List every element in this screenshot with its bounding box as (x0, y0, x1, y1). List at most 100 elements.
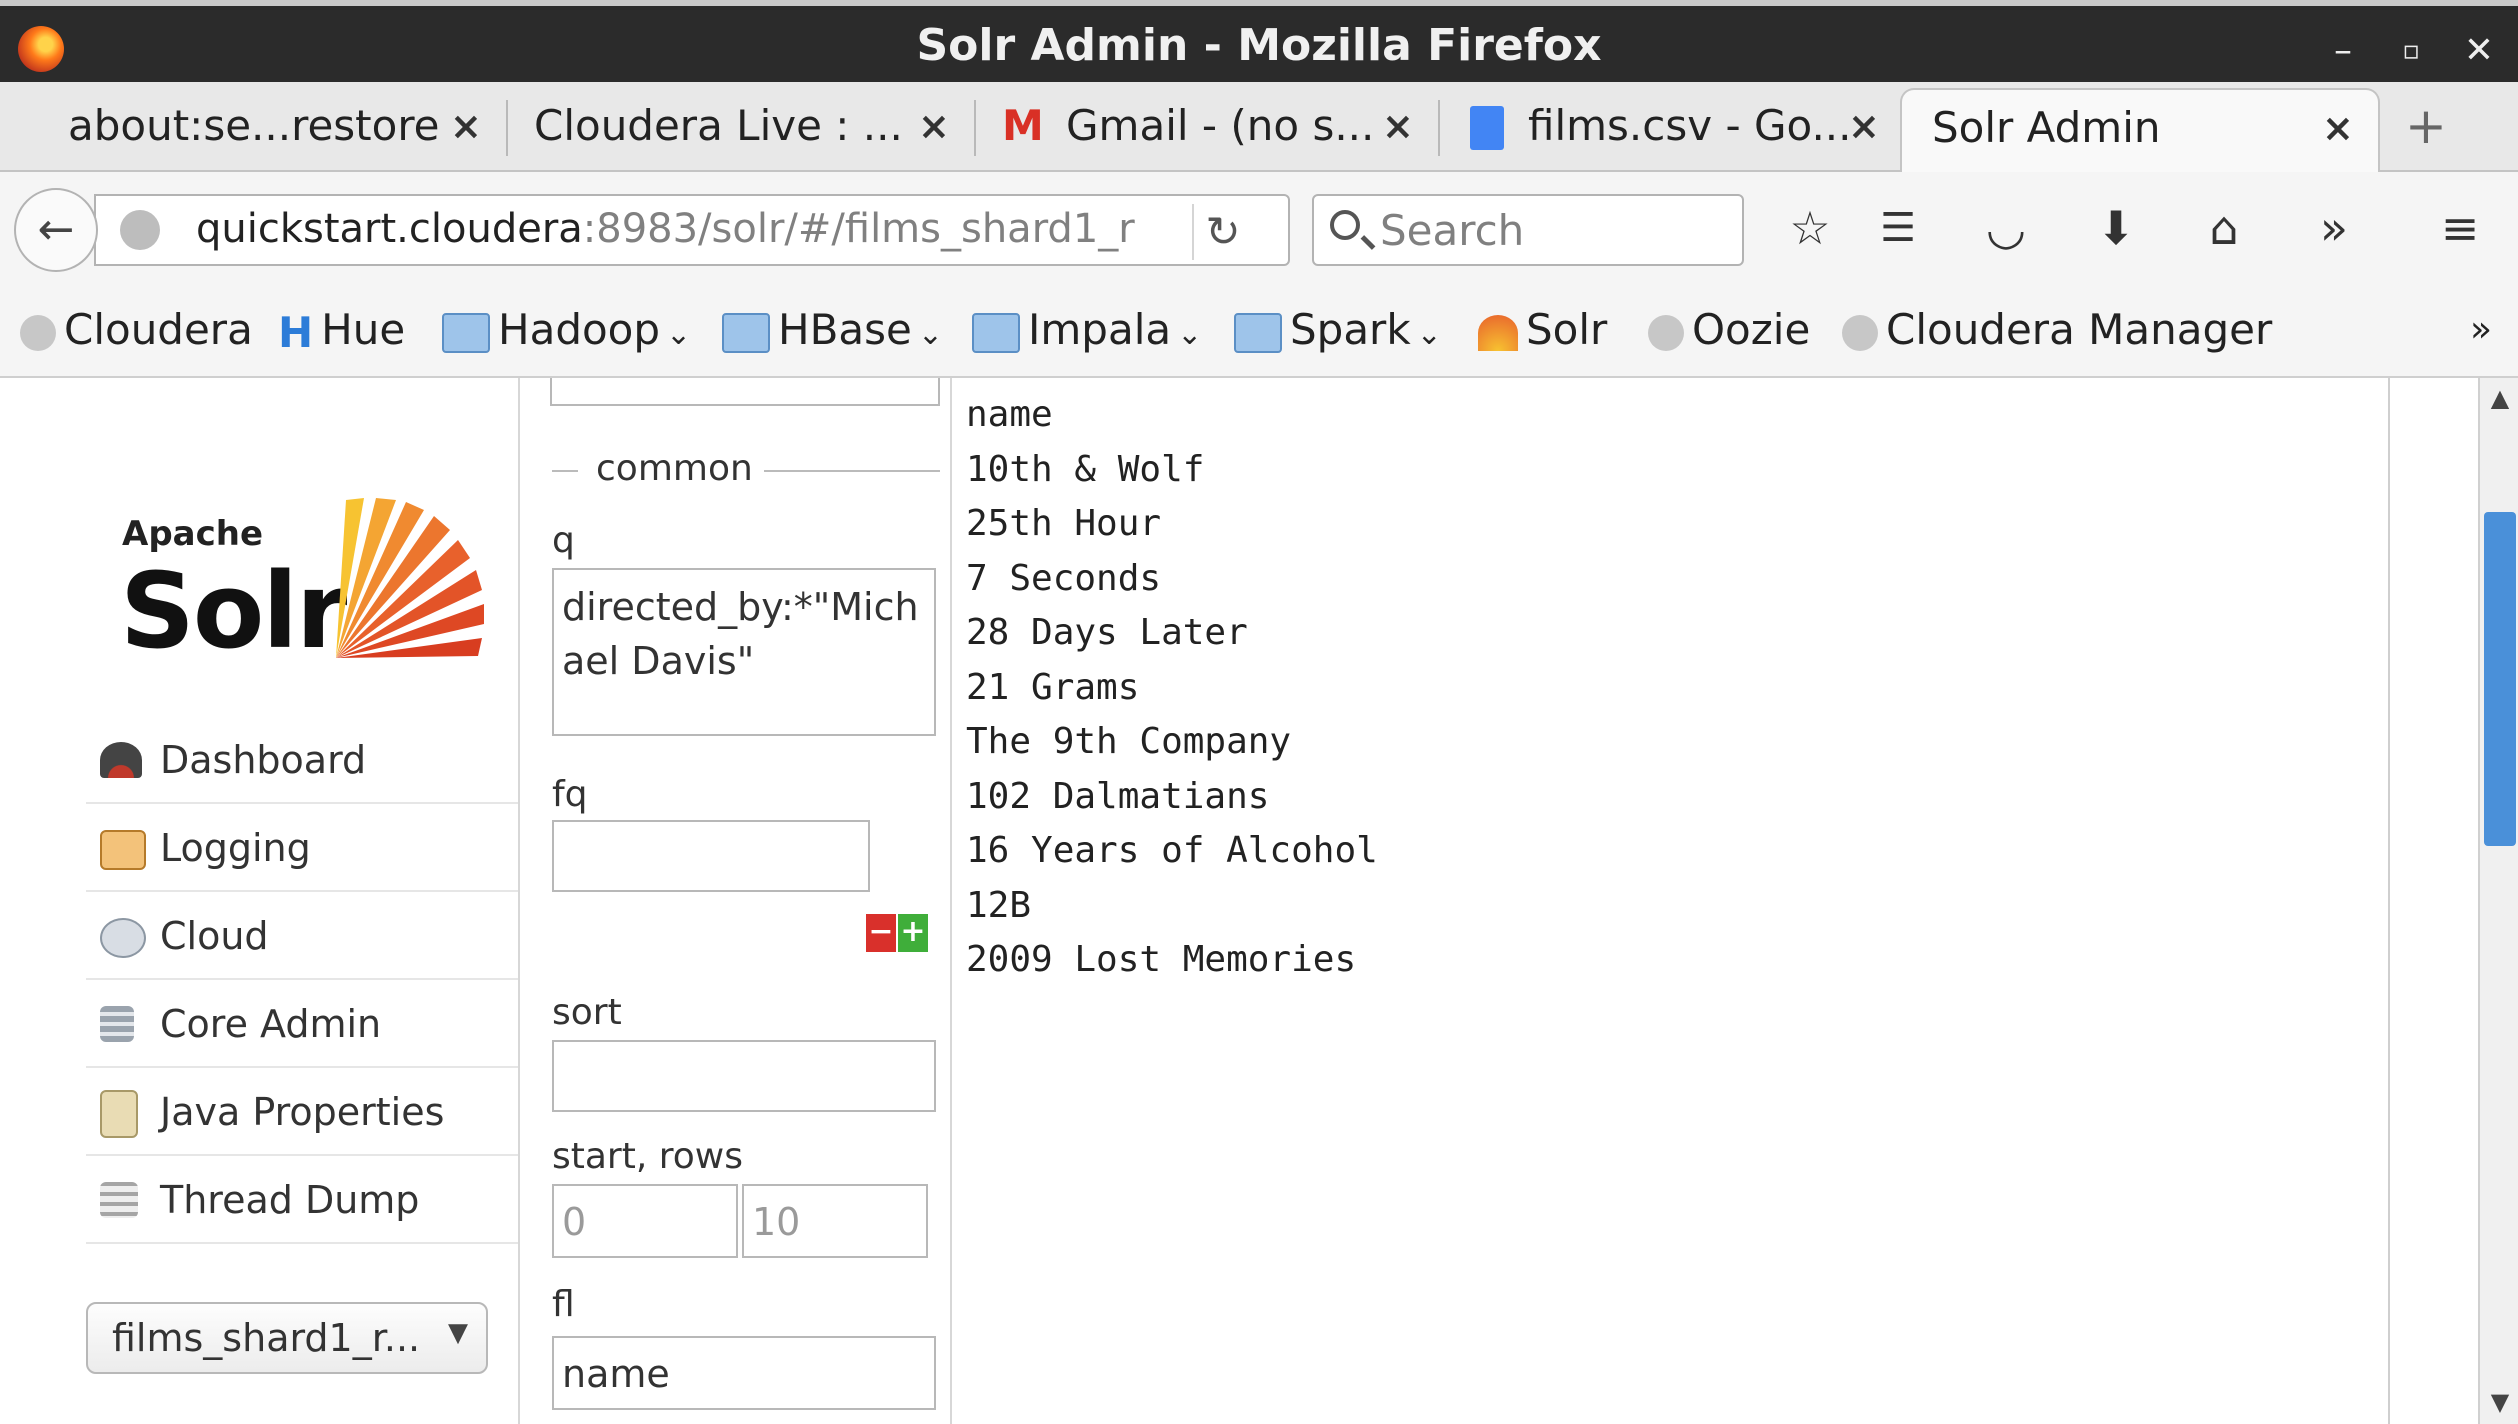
result-row: 2009 Lost Memories (966, 939, 1357, 980)
tab-close-icon[interactable]: × (2322, 84, 2354, 172)
sidebar-item-dashboard[interactable]: Dashboard (86, 718, 518, 804)
bookmark-label: Solr (1526, 305, 1608, 354)
fq-input[interactable] (552, 820, 870, 892)
url-bar[interactable]: quickstart.cloudera:8983/solr/#/films_sh… (94, 194, 1290, 266)
overflow-chevron-icon[interactable]: » (2304, 198, 2364, 258)
sidebar-item-label: Logging (160, 826, 311, 870)
java-properties-icon (100, 1090, 138, 1138)
chevron-down-icon: ⌄ (917, 317, 943, 352)
close-window-icon[interactable]: ✕ (2456, 28, 2502, 74)
hamburger-menu-icon[interactable]: ≡ (2430, 198, 2490, 258)
form-results-divider (950, 378, 952, 1424)
site-identity-icon[interactable] (120, 210, 160, 250)
sidebar-item-label: Java Properties (160, 1090, 445, 1134)
bookmark-folder-impala[interactable]: Impala ⌄ (972, 284, 1202, 378)
reading-list-icon[interactable]: ☰ (1868, 198, 1928, 258)
remove-fq-button[interactable]: − (866, 914, 896, 952)
bookmark-label: Hue (321, 305, 406, 354)
solr-icon (1478, 314, 1518, 351)
results-right-border (2388, 378, 2390, 1424)
sidebar-item-cloud[interactable]: Cloud (86, 894, 518, 980)
chevron-down-icon: ⌄ (1416, 317, 1442, 352)
bookmark-cloudera[interactable]: Cloudera (20, 284, 253, 378)
new-tab-icon[interactable]: + (2396, 82, 2456, 172)
scroll-up-icon[interactable]: ▲ (2482, 378, 2518, 418)
tab-gmail[interactable]: M Gmail - (no s... × (976, 82, 1438, 172)
result-row: The 9th Company (966, 721, 1292, 762)
tab-solr-admin[interactable]: Solr Admin × (1900, 88, 2380, 174)
tab-close-icon[interactable]: × (1382, 82, 1414, 170)
bookmark-folder-hbase[interactable]: HBase ⌄ (722, 284, 943, 378)
scrollbar-thumb[interactable] (2484, 512, 2516, 846)
hue-icon: H (278, 307, 314, 357)
back-arrow-icon: ← (37, 204, 75, 255)
bookmark-label: Cloudera Manager (1886, 305, 2273, 354)
bookmark-label: HBase (778, 305, 912, 354)
globe-icon (1648, 314, 1684, 351)
tab-close-icon[interactable]: × (1848, 82, 1880, 170)
bookmark-oozie[interactable]: Oozie (1648, 284, 1810, 378)
maximize-icon[interactable]: ▫ (2388, 28, 2434, 74)
solr-admin-page: Apache Solr Dashboard Logging Cloud Core… (0, 378, 2518, 1424)
add-fq-button[interactable]: + (898, 914, 928, 952)
solr-logo[interactable]: Apache Solr (120, 488, 484, 672)
result-row: 10th & Wolf (966, 448, 1205, 490)
q-label: q (552, 520, 575, 561)
query-form: common q directed_by:*"Michael Davis" fq… (520, 378, 950, 1424)
section-rule-left (552, 470, 578, 472)
rows-input[interactable]: 10 (742, 1184, 928, 1258)
tab-label: Cloudera Live : ... (534, 101, 903, 150)
folder-icon (1234, 312, 1282, 353)
url-path: :8983/solr/#/films_shard1_r (582, 206, 1135, 252)
window-titlebar: Solr Admin - Mozilla Firefox – ▫ ✕ (0, 0, 2518, 82)
pocket-icon[interactable]: ◡ (1976, 198, 2036, 258)
search-input[interactable]: Search (1312, 194, 1744, 266)
window-title: Solr Admin - Mozilla Firefox (916, 20, 1602, 71)
home-icon[interactable]: ⌂ (2194, 198, 2254, 258)
core-selector[interactable]: films_shard1_r... ▼ (86, 1302, 488, 1374)
downloads-icon[interactable]: ⬇ (2086, 198, 2146, 258)
request-handler-input[interactable] (550, 378, 940, 406)
tab-cloudera-live[interactable]: Cloudera Live : ... × (508, 82, 974, 172)
bookmark-solr[interactable]: Solr (1478, 284, 1607, 378)
page-scrollbar[interactable]: ▲ ▼ (2478, 378, 2518, 1424)
sidebar-item-logging[interactable]: Logging (86, 806, 518, 892)
thread-dump-icon (100, 1182, 138, 1218)
chevron-down-icon: ▼ (448, 1318, 468, 1348)
start-input[interactable]: 0 (552, 1184, 738, 1258)
q-textarea[interactable]: directed_by:*"Michael Davis" (552, 568, 936, 736)
back-button[interactable]: ← (14, 188, 98, 272)
search-placeholder: Search (1380, 206, 1525, 255)
sidebar-item-java-properties[interactable]: Java Properties (86, 1070, 518, 1156)
url-text[interactable]: quickstart.cloudera:8983/solr/#/films_sh… (196, 206, 1226, 252)
bookmark-folder-spark[interactable]: Spark ⌄ (1234, 284, 1442, 378)
tab-strip: about:se...restore × Cloudera Live : ...… (0, 82, 2518, 174)
result-row: 21 Grams (966, 666, 1140, 708)
tab-films-csv[interactable]: films.csv - Go... × (1440, 82, 1902, 172)
result-row: 16 Years of Alcohol (966, 830, 1378, 871)
sidebar-item-thread-dump[interactable]: Thread Dump (86, 1158, 518, 1244)
bookmark-label: Impala (1028, 305, 1172, 354)
bookmark-star-icon[interactable]: ☆ (1780, 198, 1840, 258)
folder-icon (442, 312, 490, 353)
reload-icon[interactable]: ↻ (1192, 204, 1252, 260)
tab-close-icon[interactable]: × (450, 82, 482, 170)
bookmark-cloudera-manager[interactable]: Cloudera Manager (1842, 284, 2272, 378)
bookmark-folder-hadoop[interactable]: Hadoop ⌄ (442, 284, 691, 378)
tab-session-restore[interactable]: about:se...restore × (0, 82, 506, 172)
sort-input[interactable] (552, 1040, 936, 1112)
tab-label: Gmail - (no s... (1066, 101, 1375, 150)
minimize-icon[interactable]: – (2320, 28, 2366, 74)
bookmarks-overflow-icon[interactable]: » (2470, 284, 2492, 378)
dashboard-icon (100, 742, 142, 778)
scroll-down-icon[interactable]: ▼ (2482, 1382, 2518, 1422)
start-rows-label: start, rows (552, 1136, 743, 1177)
tab-close-icon[interactable]: × (918, 82, 950, 170)
bookmark-hue[interactable]: H Hue (278, 284, 405, 378)
logging-icon (100, 830, 146, 870)
sidebar-item-core-admin[interactable]: Core Admin (86, 982, 518, 1068)
sidebar-item-label: Thread Dump (160, 1178, 420, 1222)
fl-input[interactable]: name (552, 1336, 936, 1410)
sidebar-item-label: Core Admin (160, 1002, 382, 1046)
cloud-icon (100, 918, 146, 958)
